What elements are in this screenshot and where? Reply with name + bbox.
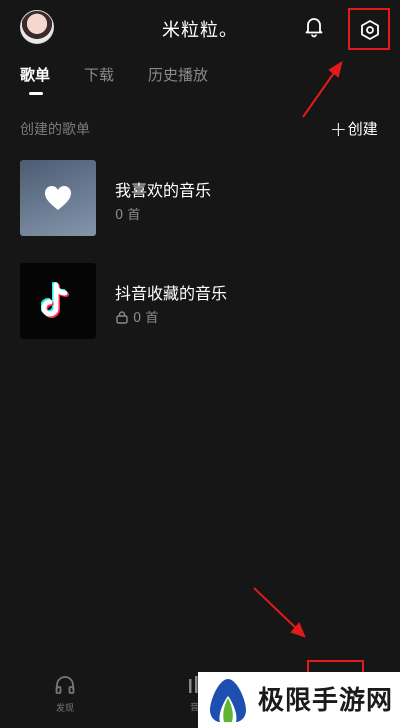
tiktok-icon (41, 282, 69, 318)
plus-icon: + (330, 117, 347, 141)
arrow-to-settings (302, 69, 337, 118)
playlist-name: 抖音收藏的音乐 (115, 284, 228, 303)
playlist-cover (20, 160, 96, 236)
tab-bar: 歌单 下载 历史播放 (20, 64, 208, 98)
create-playlist-button[interactable]: +创建 (330, 117, 378, 141)
arrow-head-profile (290, 622, 306, 638)
playlist-count-text: 0 首 (115, 208, 141, 223)
arrow-head-settings (328, 60, 343, 78)
top-header: 米粒粒。 (0, 0, 400, 56)
bell-icon[interactable] (302, 14, 326, 38)
settings-highlight-box (348, 8, 390, 50)
settings-icon[interactable] (359, 19, 381, 41)
create-label: 创建 (347, 120, 378, 138)
nav-discover[interactable]: 发现 (50, 674, 80, 714)
heart-icon (45, 186, 71, 210)
playlist-item-favorites[interactable]: 我喜欢的音乐 0 首 (20, 160, 380, 236)
nav-discover-label: 发现 (55, 704, 74, 714)
playlist-count: 0 首 (115, 307, 158, 326)
site-watermark: 极限手游网 (198, 672, 400, 728)
arrow-to-profile (253, 587, 299, 631)
playlist-name: 我喜欢的音乐 (115, 181, 212, 200)
tab-history[interactable]: 历史播放 (148, 64, 208, 98)
playlist-count: 0 首 (115, 204, 140, 223)
playlist-item-tiktok[interactable]: 抖音收藏的音乐 0 首 (20, 263, 380, 339)
section-title: 创建的歌单 (20, 122, 90, 138)
annotation-arrows (253, 60, 343, 638)
tab-playlists[interactable]: 歌单 (20, 64, 50, 98)
page-title: 米粒粒。 (162, 20, 238, 41)
lock-icon (116, 310, 128, 324)
site-logo-icon (210, 679, 246, 722)
playlist-count-text: 0 首 (133, 311, 159, 326)
headphones-icon (55, 676, 75, 694)
watermark-text: 极限手游网 (258, 686, 394, 716)
tab-downloads[interactable]: 下载 (84, 64, 114, 98)
playlist-cover (20, 263, 96, 339)
